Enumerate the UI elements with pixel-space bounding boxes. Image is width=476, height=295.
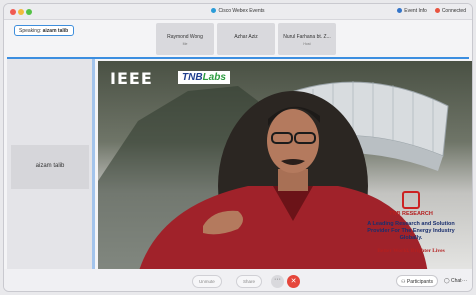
labs-logo-text: Labs	[202, 72, 226, 83]
thumbnail-name: Raymond Wong	[167, 34, 203, 40]
tnb-labs-logo: TNBLabs	[178, 71, 230, 84]
titlebar-right: Event Info Connected	[397, 8, 466, 14]
webex-logo-icon	[211, 8, 217, 13]
leave-meeting-button[interactable]: ✕	[287, 275, 300, 288]
more-options-button[interactable]: ···	[271, 275, 284, 288]
share-button[interactable]: Share	[236, 275, 263, 288]
share-label: Share	[243, 279, 256, 284]
participants-button[interactable]: ⚇ Participants	[396, 275, 438, 287]
research-tagline: A Leading Research and Solution Provider…	[367, 221, 455, 241]
info-icon	[397, 8, 403, 13]
ieee-logo: IEEE	[110, 69, 153, 88]
main-video-stage: IEEE TNBLabs TNB RESEARCH A Leading Rese…	[98, 61, 472, 274]
overflow-menu-button[interactable]: ···	[462, 275, 471, 287]
participant-tile[interactable]: aizam talib	[11, 145, 89, 189]
title-bar: Cisco Webex Events Event Info Connected	[4, 4, 472, 20]
tnb-research-logo-icon	[402, 191, 420, 209]
thumbnail-name: Nurul Farhana bt. Z...	[283, 34, 331, 40]
tnb-research-banner: TNB RESEARCH A Leading Research and Solu…	[356, 191, 466, 254]
event-info-button[interactable]: Event Info	[397, 8, 427, 14]
participant-thumbnail[interactable]: Nurul Farhana bt. Z... Host	[278, 23, 336, 55]
app-title-text: Cisco Webex Events	[218, 8, 265, 14]
speaking-label: Speaking:	[19, 28, 42, 34]
research-slogan: Better World, Brighter Lives	[377, 248, 445, 254]
speaking-name: aizam talib	[42, 28, 69, 34]
overflow-icon: ···	[462, 278, 467, 284]
connection-status-label: Connected	[441, 8, 466, 14]
event-info-label: Event Info	[404, 8, 427, 14]
more-icon: ···	[274, 276, 281, 283]
participant-panel: aizam talib	[7, 59, 93, 274]
chat-label: Chat	[451, 278, 462, 284]
connection-status-icon	[434, 8, 440, 13]
research-title: TNB RESEARCH	[389, 211, 433, 217]
participant-thumbnail[interactable]: Raymond Wong Me	[156, 23, 214, 55]
unmute-label: Unmute	[199, 279, 215, 284]
connection-status[interactable]: Connected	[434, 8, 466, 14]
pane-resize-handle[interactable]	[92, 59, 95, 274]
unmute-button[interactable]: Unmute	[192, 275, 222, 288]
participant-thumbnail[interactable]: Azhar Aziz	[217, 23, 275, 55]
thumbnail-role: Host	[303, 42, 311, 46]
chat-icon: ◯	[444, 278, 450, 284]
participants-label: Participants	[406, 279, 433, 285]
meeting-controls: Unmute Share ··· ✕ ⚇ Participants ◯ Chat…	[4, 269, 472, 291]
thumbnail-role: Me	[182, 42, 188, 46]
active-speaker-indicator: Speaking: aizam talib	[14, 25, 74, 36]
close-icon: ✕	[290, 278, 297, 285]
participant-tile-name: aizam talib	[35, 163, 65, 169]
participants-icon: ⚇	[401, 279, 406, 285]
tnb-logo-text: TNB	[182, 72, 203, 83]
webex-window: Cisco Webex Events Event Info Connected …	[3, 3, 473, 292]
thumbnail-name: Azhar Aziz	[234, 34, 258, 40]
